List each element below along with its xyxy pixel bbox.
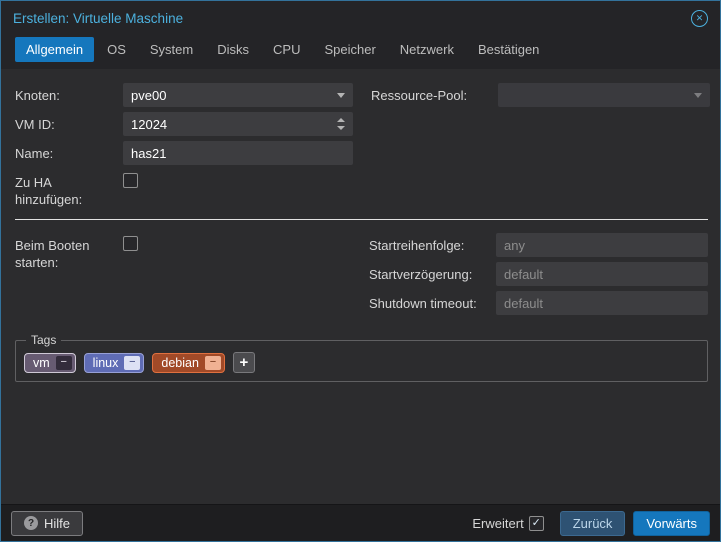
footer-bar: ? Hilfe Erweitert ✓ Zurück Vorwärts — [1, 504, 720, 541]
tag-vm: vm − — [24, 352, 76, 373]
tag-label: debian — [161, 355, 199, 370]
back-button[interactable]: Zurück — [559, 510, 626, 536]
section-divider — [15, 219, 708, 220]
advanced-checkbox[interactable]: ✓ — [528, 515, 544, 531]
tag-debian: debian − — [152, 352, 225, 373]
help-icon: ? — [24, 516, 38, 530]
vmid-input[interactable] — [123, 113, 333, 135]
help-button-label: Hilfe — [44, 515, 71, 531]
row-knoten-pool: Knoten: pve00 Ressource-Pool: — [15, 83, 710, 107]
row-boot: Beim Booten starten: Startreihenfolge: S… — [15, 233, 708, 320]
vmid-spinner — [123, 112, 353, 136]
create-vm-dialog: Erstellen: Virtuelle Maschine ✕ Allgemei… — [0, 0, 721, 542]
help-button[interactable]: ? Hilfe — [11, 510, 84, 536]
tag-label: linux — [92, 355, 119, 370]
tab-bar: Allgemein OS System Disks CPU Speicher Netzwer… — [1, 36, 720, 69]
tag-linux: linux − — [83, 352, 145, 373]
tab-cpu[interactable]: CPU — [262, 37, 311, 62]
startorder-input[interactable] — [496, 233, 708, 257]
startdelay-input[interactable] — [496, 262, 708, 286]
form-area: Knoten: pve00 Ressource-Pool: VM ID: 120… — [1, 69, 720, 504]
tab-system[interactable]: System — [139, 37, 204, 62]
knoten-value: pve00 — [131, 87, 167, 103]
resource-pool-label: Ressource-Pool: — [371, 88, 468, 103]
dialog-titlebar: Erstellen: Virtuelle Maschine ✕ — [1, 1, 720, 36]
shutdown-timeout-label: Shutdown timeout: — [369, 295, 477, 311]
close-icon[interactable]: ✕ — [691, 10, 708, 27]
row-ha: Zu HA hinzufügen: — [15, 170, 708, 208]
name-input[interactable] — [123, 141, 353, 165]
tab-disks[interactable]: Disks — [206, 37, 260, 62]
remove-tag-icon[interactable]: − — [124, 355, 141, 370]
advanced-label: Erweitert — [472, 515, 524, 531]
tab-allgemein[interactable]: Allgemein — [15, 36, 95, 62]
name-label: Name: — [15, 146, 54, 161]
tab-bestätigen[interactable]: Bestätigen — [467, 37, 550, 62]
spinner-arrows-icon[interactable] — [333, 118, 349, 130]
vmid-label: VM ID: — [15, 117, 55, 132]
startorder-label: Startreihenfolge: — [369, 237, 465, 253]
tags-fieldset: Tags vm − linux − debian − + — [15, 333, 708, 382]
tag-label: vm — [33, 355, 50, 370]
add-tag-button[interactable]: + — [232, 352, 255, 373]
tab-os[interactable]: OS — [96, 37, 137, 62]
ha-label: Zu HA hinzufügen: — [15, 175, 83, 207]
chevron-down-icon — [694, 92, 702, 98]
tags-legend: Tags — [31, 333, 57, 347]
ha-checkbox[interactable] — [123, 173, 138, 188]
tab-netzwerk[interactable]: Netzwerk — [389, 37, 465, 62]
row-name: Name: — [15, 141, 708, 165]
chevron-down-icon — [337, 92, 345, 98]
tab-speicher[interactable]: Speicher — [313, 37, 386, 62]
onboot-label: Beim Booten starten: — [15, 238, 90, 270]
resource-pool-select[interactable] — [498, 83, 710, 107]
shutdown-timeout-input[interactable] — [496, 291, 708, 315]
knoten-label: Knoten: — [15, 88, 60, 103]
knoten-select[interactable]: pve00 — [123, 83, 353, 107]
onboot-checkbox[interactable] — [123, 236, 138, 251]
startdelay-label: Startverzögerung: — [369, 266, 473, 282]
dialog-title: Erstellen: Virtuelle Maschine — [13, 11, 184, 26]
tags-list: vm − linux − debian − + — [24, 352, 699, 373]
forward-button[interactable]: Vorwärts — [633, 510, 710, 536]
remove-tag-icon[interactable]: − — [204, 355, 221, 370]
row-vmid: VM ID: — [15, 112, 708, 136]
remove-tag-icon[interactable]: − — [55, 355, 72, 370]
